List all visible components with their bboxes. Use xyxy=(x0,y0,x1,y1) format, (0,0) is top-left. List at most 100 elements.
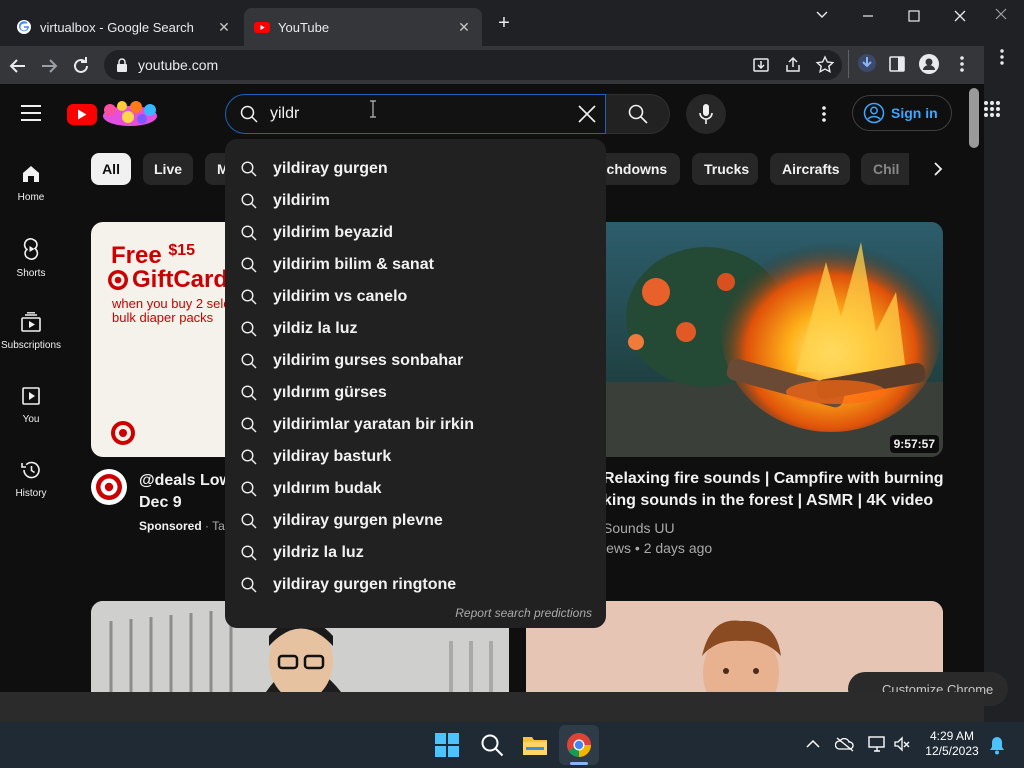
suggestion-text: yildiz la luz xyxy=(273,320,358,337)
tab-search-chevron-icon[interactable] xyxy=(815,9,829,21)
maximize-icon[interactable] xyxy=(907,9,921,23)
apps-grid-icon[interactable] xyxy=(983,100,1001,118)
search-button[interactable] xyxy=(606,94,670,134)
search-suggestion[interactable]: yildriz la luz xyxy=(225,537,606,569)
close-panel-icon[interactable] xyxy=(995,8,1007,20)
chrome-menu-icon[interactable] xyxy=(959,55,965,73)
search-icon xyxy=(241,289,257,305)
suggestion-text: yildirim vs canelo xyxy=(273,288,408,305)
microphone-icon xyxy=(699,104,713,124)
bookmark-star-icon[interactable] xyxy=(815,55,835,75)
chip-children[interactable]: Chil xyxy=(861,153,909,185)
channel-name[interactable]: Sounds UU xyxy=(603,518,712,538)
home-icon xyxy=(23,166,39,182)
history-icon xyxy=(21,461,40,479)
sidebar-item-you[interactable]: You xyxy=(0,386,62,432)
search-suggestion[interactable]: yildiray basturk xyxy=(225,441,606,473)
chip-live[interactable]: Live xyxy=(143,153,193,185)
network-icon[interactable] xyxy=(868,735,886,753)
close-window-icon[interactable] xyxy=(953,9,967,23)
share-icon[interactable] xyxy=(783,55,803,75)
suggestion-text: yildiray gurgen ringtone xyxy=(273,576,457,593)
volume-muted-icon[interactable] xyxy=(893,735,911,753)
search-suggestion[interactable]: yildiray gurgen ringtone xyxy=(225,569,606,601)
new-tab-plus-icon[interactable]: + xyxy=(494,13,514,33)
tab-youtube[interactable]: YouTube ✕ xyxy=(244,8,482,46)
sidebar-label: Subscriptions xyxy=(0,340,62,351)
chip-all[interactable]: All xyxy=(91,153,131,185)
video-title-line-2: king sounds in the forest | ASMR | 4K vi… xyxy=(603,492,934,509)
search-suggestion[interactable]: yildiray gurgen xyxy=(225,153,606,185)
system-clock[interactable]: 4:29 AM 12/5/2023 xyxy=(922,729,982,759)
side-panel-icon[interactable] xyxy=(888,55,906,73)
chips-next-button[interactable] xyxy=(920,153,956,185)
back-arrow-icon[interactable] xyxy=(6,54,30,78)
search-suggestion[interactable]: yildirimlar yaratan bir irkin xyxy=(225,409,606,441)
search-suggestion[interactable]: yildirim vs canelo xyxy=(225,281,606,313)
clear-search-icon[interactable] xyxy=(577,104,597,124)
close-tab-icon[interactable]: ✕ xyxy=(216,19,232,36)
sidebar-item-home[interactable]: Home xyxy=(0,164,62,210)
file-explorer-icon[interactable] xyxy=(522,733,548,757)
ad-giftcard-text: GiftCard xyxy=(132,266,227,293)
hamburger-menu-icon[interactable] xyxy=(20,104,42,122)
search-suggestion[interactable]: yildiray gurgen plevne xyxy=(225,505,606,537)
youtube-logo[interactable] xyxy=(66,100,162,128)
search-suggestion[interactable]: yıldırım gürses xyxy=(225,377,606,409)
active-app-indicator xyxy=(570,762,588,765)
search-suggestion[interactable]: yildirim bilim & sanat xyxy=(225,249,606,281)
close-tab-icon[interactable]: ✕ xyxy=(456,19,472,36)
view-count-age: iews • 2 days ago xyxy=(603,540,713,556)
sidebar-label: History xyxy=(15,488,47,499)
search-box[interactable]: yildr xyxy=(225,94,606,134)
report-predictions-link[interactable]: Report search predictions xyxy=(455,606,592,620)
video-title[interactable]: Relaxing fire sounds | Campfire with bur… xyxy=(603,468,944,512)
install-app-icon[interactable] xyxy=(751,55,771,75)
search-input[interactable]: yildr xyxy=(270,105,299,123)
suggestion-text: yıldırım budak xyxy=(273,480,382,497)
sidebar-item-history[interactable]: History xyxy=(0,460,62,506)
search-suggestion[interactable]: yıldırım budak xyxy=(225,473,606,505)
search-suggestion[interactable]: yildirim xyxy=(225,185,606,217)
you-icon xyxy=(22,387,40,405)
search-suggestion[interactable]: yildirim beyazid xyxy=(225,217,606,249)
settings-menu-icon[interactable] xyxy=(821,105,827,123)
search-suggestion[interactable]: yildirim gurses sonbahar xyxy=(225,345,606,377)
search-icon xyxy=(241,321,257,337)
search-icon xyxy=(628,104,648,124)
ad-free-text: Free xyxy=(111,242,162,269)
ad-thumbnail[interactable]: Free $15 GiftCard when you buy 2 sele bu… xyxy=(91,222,227,457)
search-suggestion[interactable]: yildiz la luz xyxy=(225,313,606,345)
page-scrollbar-thumb[interactable] xyxy=(969,88,979,148)
chip-aircrafts[interactable]: Aircrafts xyxy=(770,153,850,185)
chip-trucks[interactable]: Trucks xyxy=(692,153,758,185)
notification-bell-icon[interactable] xyxy=(988,735,1006,755)
subscriptions-icon xyxy=(21,312,41,332)
search-icon xyxy=(241,545,257,561)
reload-icon[interactable] xyxy=(69,54,93,78)
extension-icon[interactable] xyxy=(857,53,877,73)
youtube-icon xyxy=(254,22,270,33)
sign-in-button[interactable]: Sign in xyxy=(852,95,952,131)
voice-search-button[interactable] xyxy=(686,94,726,134)
ad-title[interactable]: @deals Low Dec 9 xyxy=(139,470,232,514)
tray-chevron-up-icon[interactable] xyxy=(806,738,820,750)
ad-channel-avatar[interactable] xyxy=(91,469,127,505)
taskbar-search-icon[interactable] xyxy=(480,733,504,757)
search-icon xyxy=(241,161,257,177)
profile-icon[interactable] xyxy=(918,53,940,75)
sidebar-item-subscriptions[interactable]: Subscriptions xyxy=(0,312,62,358)
sidebar-label: Shorts xyxy=(16,268,46,279)
windows-start-icon[interactable] xyxy=(435,733,459,757)
panel-menu-icon[interactable] xyxy=(999,48,1005,66)
address-bar[interactable]: youtube.com xyxy=(104,50,842,80)
sidebar-item-shorts[interactable]: Shorts xyxy=(0,238,62,284)
forward-arrow-icon[interactable] xyxy=(37,54,61,78)
minimize-icon[interactable] xyxy=(861,9,875,23)
video-duration: 9:57:57 xyxy=(889,435,939,453)
tab-google-search[interactable]: virtualbox - Google Search ✕ xyxy=(6,8,242,46)
lock-icon[interactable] xyxy=(116,58,128,72)
url-text: youtube.com xyxy=(138,57,219,73)
video-thumbnail-campfire[interactable]: 9:57:57 xyxy=(596,222,943,457)
onedrive-offline-icon[interactable] xyxy=(835,736,855,752)
